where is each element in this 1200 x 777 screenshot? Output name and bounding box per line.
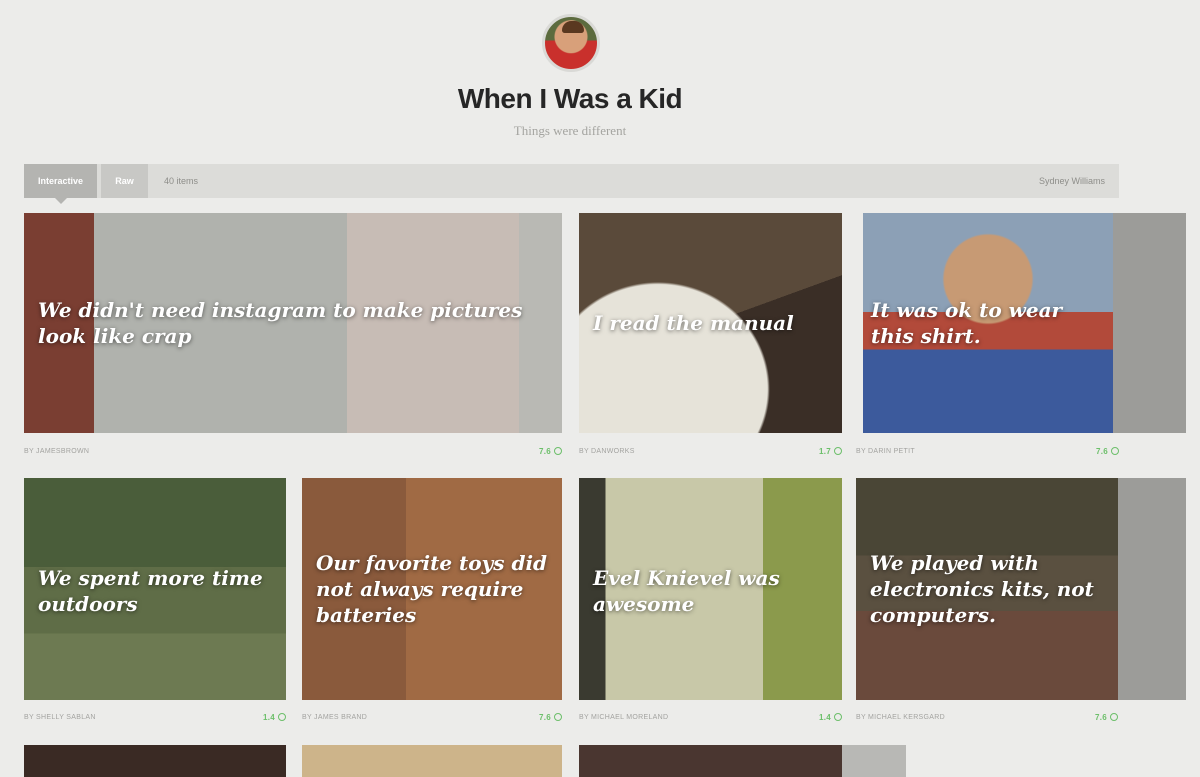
like-count[interactable]: 7.6 xyxy=(539,713,562,722)
card-3[interactable]: It was ok to wear this shirt. xyxy=(863,213,1113,433)
card-1[interactable]: We didn't need instagram to make picture… xyxy=(24,213,562,433)
item-count: 40 items xyxy=(164,176,199,186)
card-9[interactable] xyxy=(302,745,562,777)
card-4[interactable]: We spent more time outdoors xyxy=(24,478,286,700)
like-icon[interactable] xyxy=(554,713,562,721)
like-count[interactable]: 7.6 xyxy=(1096,447,1119,456)
card-meta-4: BY SHELLY SABLAN 1.4 xyxy=(24,712,286,724)
card-2[interactable]: I read the manual xyxy=(579,213,842,433)
card-author[interactable]: BY JAMESBROWN xyxy=(24,448,89,455)
card-meta-7: BY MICHAEL KERSGARD 7.6 xyxy=(856,712,1118,724)
card-meta-5: BY JAMES BRAND 7.6 xyxy=(302,712,562,724)
card-caption: We spent more time outdoors xyxy=(38,566,263,616)
like-icon[interactable] xyxy=(834,447,842,455)
like-icon[interactable] xyxy=(1111,447,1119,455)
tab-interactive[interactable]: Interactive xyxy=(24,164,97,204)
card-author[interactable]: BY DARIN PETIT xyxy=(856,448,915,455)
like-icon[interactable] xyxy=(278,713,286,721)
board-toolbar: Interactive Raw 40 items Sydney Williams xyxy=(24,164,1119,204)
card-caption: Evel Knievel was awesome xyxy=(593,566,780,616)
like-icon[interactable] xyxy=(1110,713,1118,721)
card-author[interactable]: BY SHELLY SABLAN xyxy=(24,714,96,721)
card-10[interactable] xyxy=(579,745,842,777)
like-count[interactable]: 7.6 xyxy=(539,447,562,456)
card-meta-3: BY DARIN PETIT 7.6 xyxy=(856,446,1119,458)
card-5[interactable]: Our favorite toys did not always require… xyxy=(302,478,562,700)
card-7[interactable]: We played with electronics kits, not com… xyxy=(856,478,1118,700)
tab-raw[interactable]: Raw xyxy=(101,164,148,198)
card-caption: Our favorite toys did not always require… xyxy=(316,551,548,627)
like-count[interactable]: 7.6 xyxy=(1095,713,1118,722)
like-icon[interactable] xyxy=(554,447,562,455)
card-peek xyxy=(842,745,906,777)
like-count[interactable]: 1.4 xyxy=(819,713,842,722)
board-title: When I Was a Kid xyxy=(457,83,683,114)
board-avatar[interactable] xyxy=(542,14,600,72)
card-meta-6: BY MICHAEL MORELAND 1.4 xyxy=(579,712,842,724)
card-author[interactable]: BY JAMES BRAND xyxy=(302,714,367,721)
like-count[interactable]: 1.4 xyxy=(263,713,286,722)
card-caption: It was ok to wear this shirt. xyxy=(871,298,1063,348)
card-8[interactable] xyxy=(24,745,286,777)
board-subtitle: Things were different xyxy=(513,123,627,138)
card-author[interactable]: BY MICHAEL MORELAND xyxy=(579,714,668,721)
card-caption: I read the manual xyxy=(593,311,794,335)
like-count[interactable]: 1.7 xyxy=(819,447,842,456)
card-author[interactable]: BY DANWORKS xyxy=(579,448,635,455)
like-icon[interactable] xyxy=(834,713,842,721)
card-meta-2: BY DANWORKS 1.7 xyxy=(579,446,842,458)
card-6[interactable]: Evel Knievel was awesome xyxy=(579,478,842,700)
board-owner-link[interactable]: Sydney Williams xyxy=(1039,164,1105,198)
card-author[interactable]: BY MICHAEL KERSGARD xyxy=(856,714,945,721)
card-caption: We played with electronics kits, not com… xyxy=(870,551,1094,627)
card-meta-1: BY JAMESBROWN 7.6 xyxy=(24,446,562,458)
card-peek xyxy=(1113,213,1186,433)
card-caption: We didn't need instagram to make picture… xyxy=(38,298,523,348)
card-peek xyxy=(1118,478,1186,700)
